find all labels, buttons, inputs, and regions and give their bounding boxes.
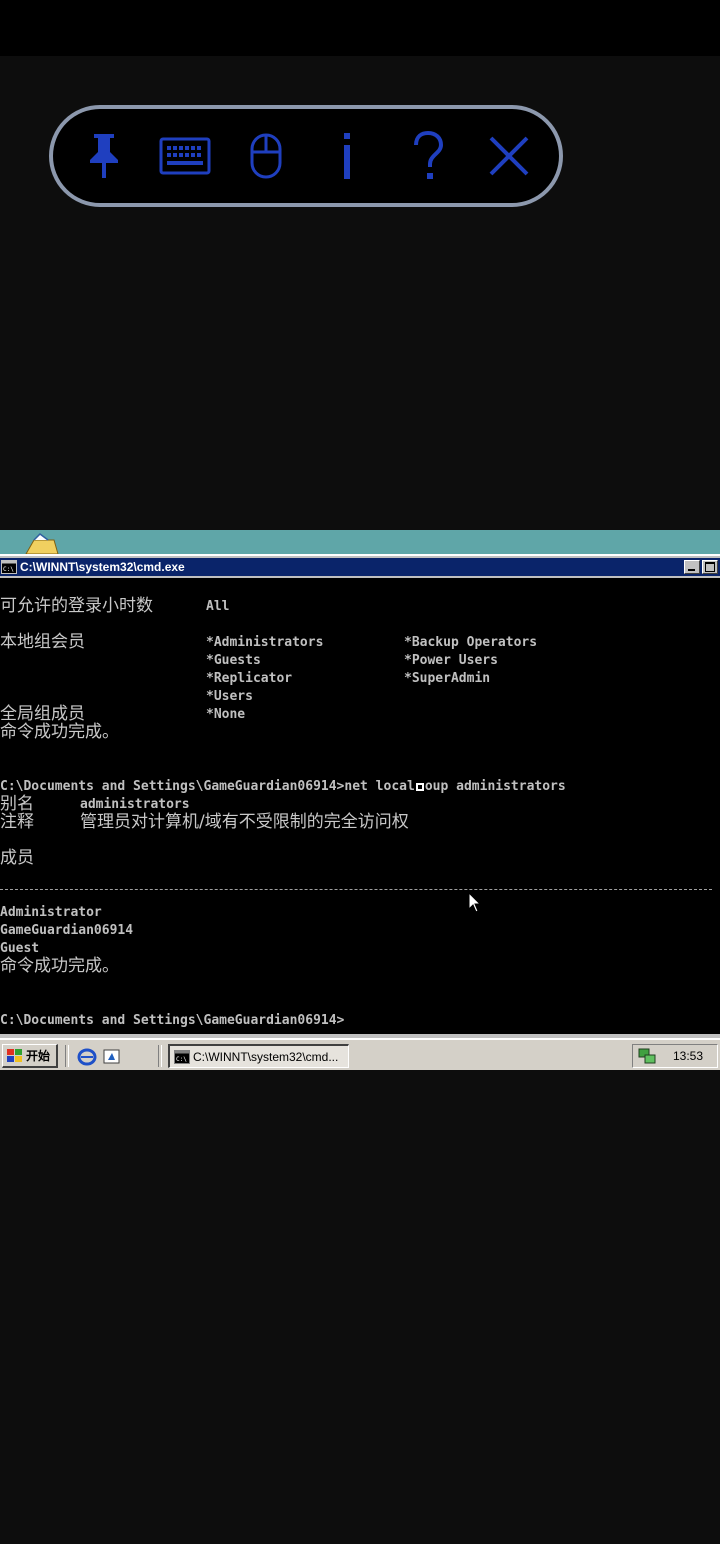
internet-explorer-icon[interactable] xyxy=(77,1048,97,1066)
pin-button[interactable] xyxy=(72,124,136,188)
command-line: C:\Documents and Settings\GameGuardian06… xyxy=(0,778,566,796)
comment-value: 管理员对计算机/域有不受限制的完全访问权 xyxy=(80,812,409,832)
remote-desktop: C:\ C:\WINNT\system32\cmd.exe 可允许的登录小时数 … xyxy=(0,530,720,1070)
local-group: *Administrators xyxy=(206,635,324,650)
top-status-bar xyxy=(0,0,720,56)
member-item: Administrator xyxy=(0,905,102,920)
local-group: *SuperAdmin xyxy=(404,671,491,686)
help-button[interactable] xyxy=(396,124,460,188)
svg-text:C:\: C:\ xyxy=(3,566,14,573)
cmd-window: C:\ C:\WINNT\system32\cmd.exe 可允许的登录小时数 … xyxy=(0,554,720,1038)
mouse-icon xyxy=(250,133,281,179)
cmd-title: C:\WINNT\system32\cmd.exe xyxy=(20,560,185,574)
mouse-pointer-icon xyxy=(468,892,482,913)
local-group: *Backup Operators xyxy=(404,635,538,650)
desktop-folder-icon[interactable] xyxy=(24,532,60,556)
cmd-titlebar[interactable]: C:\ C:\WINNT\system32\cmd.exe xyxy=(0,558,720,576)
window-controls xyxy=(684,560,718,574)
taskbar: 开始 C:\ C:\WINNT\system32\cmd... 13:53 xyxy=(0,1038,720,1070)
text-caret xyxy=(415,782,424,791)
cmd-app-icon: C:\ xyxy=(174,1049,190,1064)
members-label: 成员 xyxy=(0,848,34,868)
start-label: 开始 xyxy=(26,1049,51,1063)
taskbar-item-cmd[interactable]: C:\ C:\WINNT\system32\cmd... xyxy=(168,1044,349,1068)
close-button[interactable] xyxy=(477,124,541,188)
success-message: 命令成功完成。 xyxy=(0,956,119,976)
local-group: *Users xyxy=(206,689,253,704)
maximize-button[interactable] xyxy=(702,560,718,574)
close-icon xyxy=(489,136,528,176)
prompt-path: C:\Documents and Settings\GameGuardian06… xyxy=(0,779,345,794)
pin-icon xyxy=(89,134,118,178)
comment-label: 注释 xyxy=(0,812,34,832)
local-group: *Power Users xyxy=(404,653,498,668)
console-output[interactable]: 可允许的登录小时数 All 本地组会员 *Administrators *Bac… xyxy=(0,578,720,1034)
member-item: GameGuardian06914 xyxy=(0,923,134,938)
command-text: net local xyxy=(344,779,415,794)
keyboard-icon xyxy=(159,137,210,175)
svg-text:C:\: C:\ xyxy=(176,1056,187,1063)
taskbar-divider xyxy=(65,1045,69,1067)
cmd-app-icon: C:\ xyxy=(1,560,17,574)
windows-logo-icon xyxy=(7,1048,22,1062)
minimize-button[interactable] xyxy=(684,560,700,574)
remote-toolbar xyxy=(49,105,563,207)
separator-line xyxy=(0,889,712,890)
command-prompt: C:\Documents and Settings\GameGuardian06… xyxy=(0,1013,345,1028)
logon-hours-value: All xyxy=(206,599,230,614)
command-text: oup administrators xyxy=(424,779,566,794)
system-tray: 13:53 xyxy=(632,1044,718,1068)
help-icon xyxy=(413,131,443,179)
info-button[interactable] xyxy=(315,124,379,188)
local-groups-label: 本地组会员 xyxy=(0,632,85,652)
taskbar-item-label: C:\WINNT\system32\cmd... xyxy=(193,1049,339,1064)
mouse-button[interactable] xyxy=(234,124,298,188)
show-desktop-icon[interactable] xyxy=(102,1048,122,1066)
network-icon[interactable] xyxy=(637,1047,657,1065)
logon-hours-label: 可允许的登录小时数 xyxy=(0,596,153,616)
success-message: 命令成功完成。 xyxy=(0,722,119,742)
global-groups-value: *None xyxy=(206,707,246,722)
local-group: *Guests xyxy=(206,653,261,668)
info-icon xyxy=(343,133,350,179)
clock[interactable]: 13:53 xyxy=(673,1049,703,1063)
global-groups-label: 全局组成员 xyxy=(0,704,85,724)
local-group: *Replicator xyxy=(206,671,293,686)
start-button[interactable]: 开始 xyxy=(2,1044,58,1068)
taskbar-divider xyxy=(158,1045,162,1067)
keyboard-button[interactable] xyxy=(153,124,217,188)
alias-label: 别名 xyxy=(0,794,34,814)
